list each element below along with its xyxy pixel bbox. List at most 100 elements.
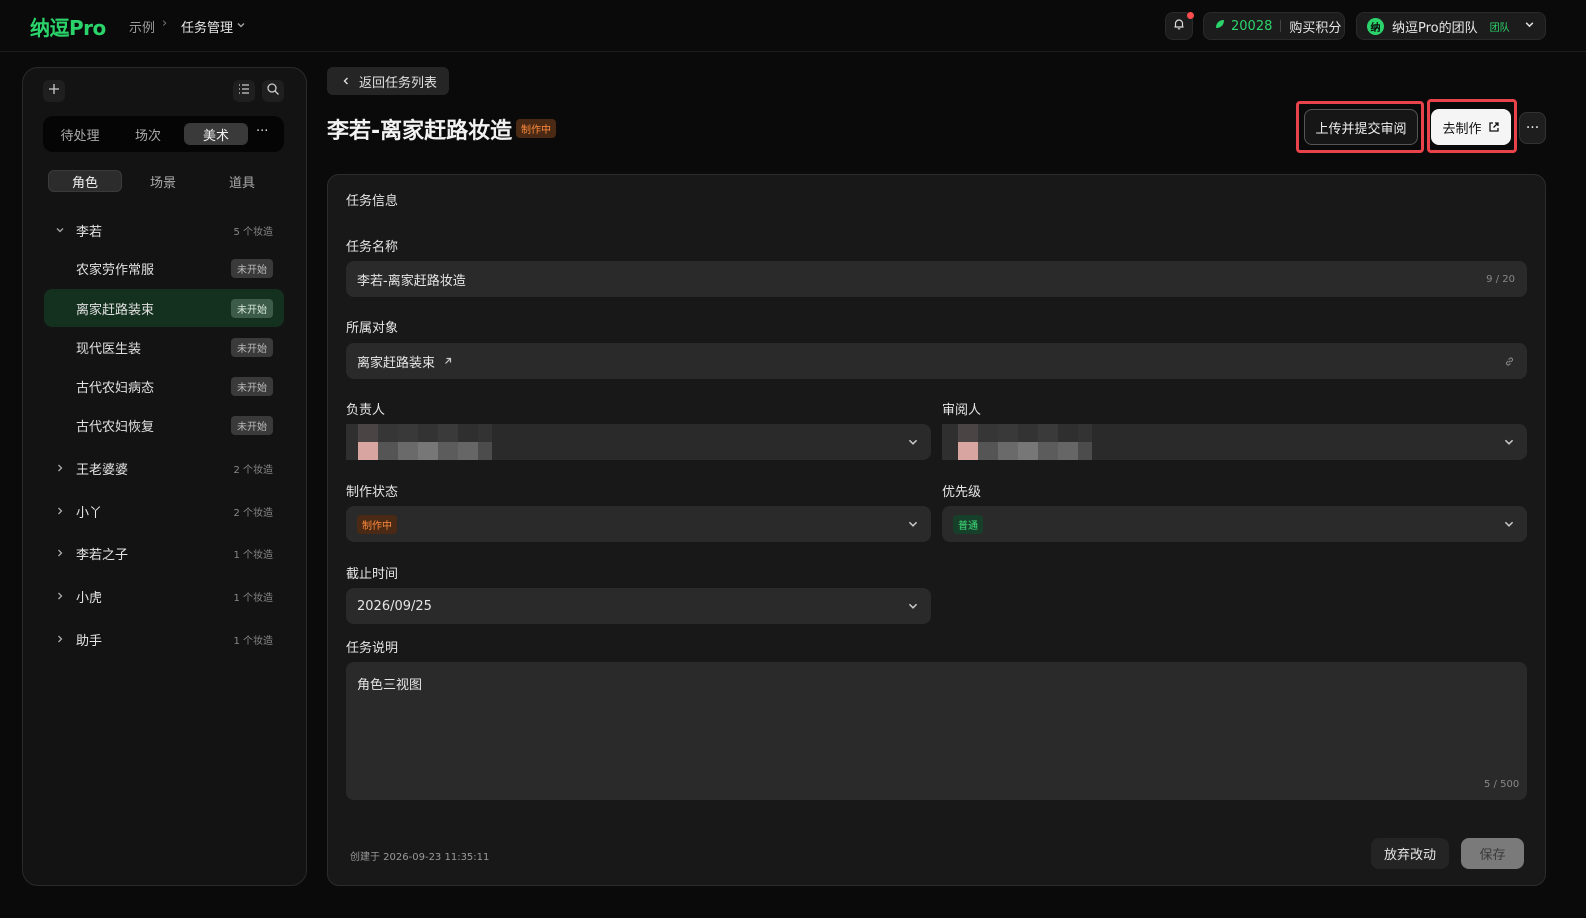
task-name-input[interactable]: 李若-离家赶路妆造 9 / 20 [346, 261, 1527, 297]
app-logo[interactable]: 纳逗Pro [30, 12, 106, 41]
reviewer-select[interactable] [942, 424, 1527, 460]
section-title: 任务信息 [346, 194, 399, 209]
status-badge: 制作中 [357, 514, 397, 534]
deadline-value: 2026/09/25 [357, 598, 432, 614]
priority-select[interactable]: 普通 [942, 506, 1527, 542]
breadcrumb-task-management[interactable]: 任务管理 [181, 17, 233, 36]
group-count: 2 个妆造 [233, 507, 273, 519]
chevron-right-icon [44, 506, 76, 516]
save-button[interactable]: 保存 [1461, 838, 1524, 869]
back-label: 返回任务列表 [359, 75, 438, 91]
owner-select[interactable] [346, 424, 931, 460]
points-display[interactable]: 20028 购买积分 [1203, 12, 1345, 40]
divider [1280, 20, 1282, 32]
group-count: 2 个妆造 [233, 464, 273, 476]
group-row[interactable]: 李若 5 个妆造 [44, 215, 284, 245]
group-count: 1 个妆造 [233, 549, 273, 561]
more-actions-button[interactable]: ··· [1519, 112, 1546, 144]
title-status-badge: 制作中 [516, 119, 556, 138]
group-row[interactable]: 王老婆婆 2 个妆造 [44, 453, 284, 483]
list-item[interactable]: 农家劳作常服 未开始 [44, 249, 284, 287]
object-label: 所属对象 [346, 321, 399, 336]
status-badge: 未开始 [231, 258, 273, 278]
more-icon[interactable]: ··· [256, 124, 268, 139]
group-name: 小丫 [76, 505, 103, 521]
back-to-list-button[interactable]: 返回任务列表 [327, 67, 449, 95]
reviewer-label: 审阅人 [942, 403, 982, 418]
external-link-icon [1488, 121, 1500, 133]
group-count: 1 个妆造 [233, 592, 273, 604]
subtab-characters[interactable]: 角色 [48, 170, 122, 192]
chevron-down-icon [1524, 19, 1535, 34]
chevron-down-icon [907, 436, 919, 448]
object-value[interactable]: 离家赶路装束 [357, 352, 435, 371]
group-count: 1 个妆造 [233, 635, 273, 647]
deadline-picker[interactable]: 2026/09/25 [346, 588, 931, 624]
avatar [942, 424, 1092, 460]
description-char-count: 5 / 500 [1484, 779, 1520, 790]
chevron-down-icon [1503, 518, 1515, 530]
item-name: 离家赶路装束 [76, 302, 155, 318]
group-name: 李若之子 [76, 547, 129, 563]
team-avatar: 纳 [1367, 17, 1384, 35]
status-select[interactable]: 制作中 [346, 506, 931, 542]
page-title: 李若-离家赶路妆造 [327, 119, 513, 144]
subtab-props[interactable]: 道具 [205, 170, 279, 192]
chevron-right-icon [44, 463, 76, 473]
group-row[interactable]: 小丫 2 个妆造 [44, 496, 284, 526]
avatar [346, 424, 492, 460]
list-item[interactable]: 古代农妇病态 未开始 [44, 367, 284, 405]
item-name: 古代农妇病态 [76, 380, 155, 396]
group-row[interactable]: 助手 1 个妆造 [44, 624, 284, 654]
subtab-scenes[interactable]: 场景 [126, 170, 200, 192]
group-row[interactable]: 小虎 1 个妆造 [44, 581, 284, 611]
chevron-down-icon [44, 225, 76, 235]
object-field[interactable]: 离家赶路装束 [346, 343, 1527, 379]
owner-label: 负责人 [346, 403, 386, 418]
task-name-label: 任务名称 [346, 240, 399, 255]
list-item[interactable]: 现代医生装 未开始 [44, 328, 284, 366]
item-name: 农家劳作常服 [76, 262, 155, 278]
chevron-right-icon [44, 548, 76, 558]
team-name: 纳逗Pro的团队 [1392, 20, 1478, 36]
created-timestamp: 创建于 2026-09-23 11:35:11 [350, 852, 490, 863]
add-button[interactable] [43, 80, 65, 102]
list-view-button[interactable] [233, 80, 255, 102]
group-name: 助手 [76, 633, 103, 649]
team-badge: 团队 [1489, 22, 1510, 34]
item-name: 古代农妇恢复 [76, 419, 155, 435]
description-textarea[interactable]: 角色三视图 [346, 662, 1527, 800]
tab-pending[interactable]: 待处理 [48, 123, 112, 145]
link-icon[interactable] [1504, 356, 1515, 367]
char-count: 9 / 20 [1486, 273, 1515, 285]
status-badge: 未开始 [231, 415, 273, 435]
arrow-up-right-icon[interactable] [443, 356, 453, 366]
chevron-right-icon [44, 591, 76, 601]
description-label: 任务说明 [346, 641, 399, 656]
list-item-selected[interactable]: 离家赶路装束 未开始 [44, 289, 284, 327]
list-item[interactable]: 古代农妇恢复 未开始 [44, 406, 284, 444]
team-switcher[interactable]: 纳 纳逗Pro的团队 团队 [1356, 12, 1546, 40]
points-value: 20028 [1231, 18, 1273, 34]
breadcrumb-separator-icon: › [162, 16, 168, 31]
buy-points-button[interactable]: 购买积分 [1289, 17, 1341, 36]
status-badge: 未开始 [231, 298, 273, 318]
chevron-left-icon [341, 76, 351, 86]
search-icon [266, 82, 280, 100]
group-name: 王老婆婆 [76, 462, 129, 478]
discard-changes-button[interactable]: 放弃改动 [1371, 838, 1449, 869]
chevron-down-icon[interactable] [236, 19, 246, 34]
breadcrumb-examples[interactable]: 示例 [129, 17, 155, 36]
chevron-right-icon [44, 634, 76, 644]
search-button[interactable] [262, 80, 284, 102]
tab-scenes[interactable]: 场次 [116, 123, 180, 145]
upload-submit-review-button[interactable]: 上传并提交审阅 [1304, 109, 1418, 145]
list-icon [237, 82, 251, 100]
leaf-icon [1214, 18, 1226, 34]
chevron-down-icon [1503, 436, 1515, 448]
group-row[interactable]: 李若之子 1 个妆造 [44, 538, 284, 568]
tab-art[interactable]: 美术 [184, 123, 248, 145]
go-produce-button[interactable]: 去制作 [1431, 109, 1511, 145]
bell-icon [1172, 17, 1186, 35]
status-badge: 未开始 [231, 337, 273, 357]
